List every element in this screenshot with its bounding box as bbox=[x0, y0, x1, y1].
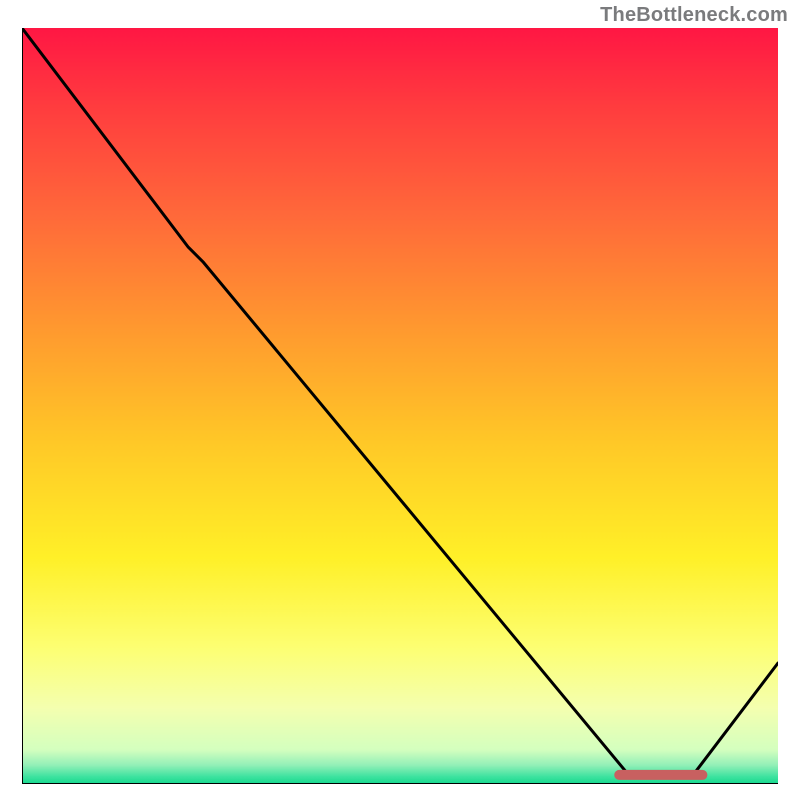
chart-overlay bbox=[22, 28, 778, 784]
axes-frame bbox=[22, 28, 778, 784]
plot-area bbox=[22, 28, 778, 784]
watermark-text: TheBottleneck.com bbox=[600, 4, 788, 27]
bottleneck-curve bbox=[22, 28, 778, 776]
chart-stage: TheBottleneck.com bbox=[0, 0, 800, 800]
